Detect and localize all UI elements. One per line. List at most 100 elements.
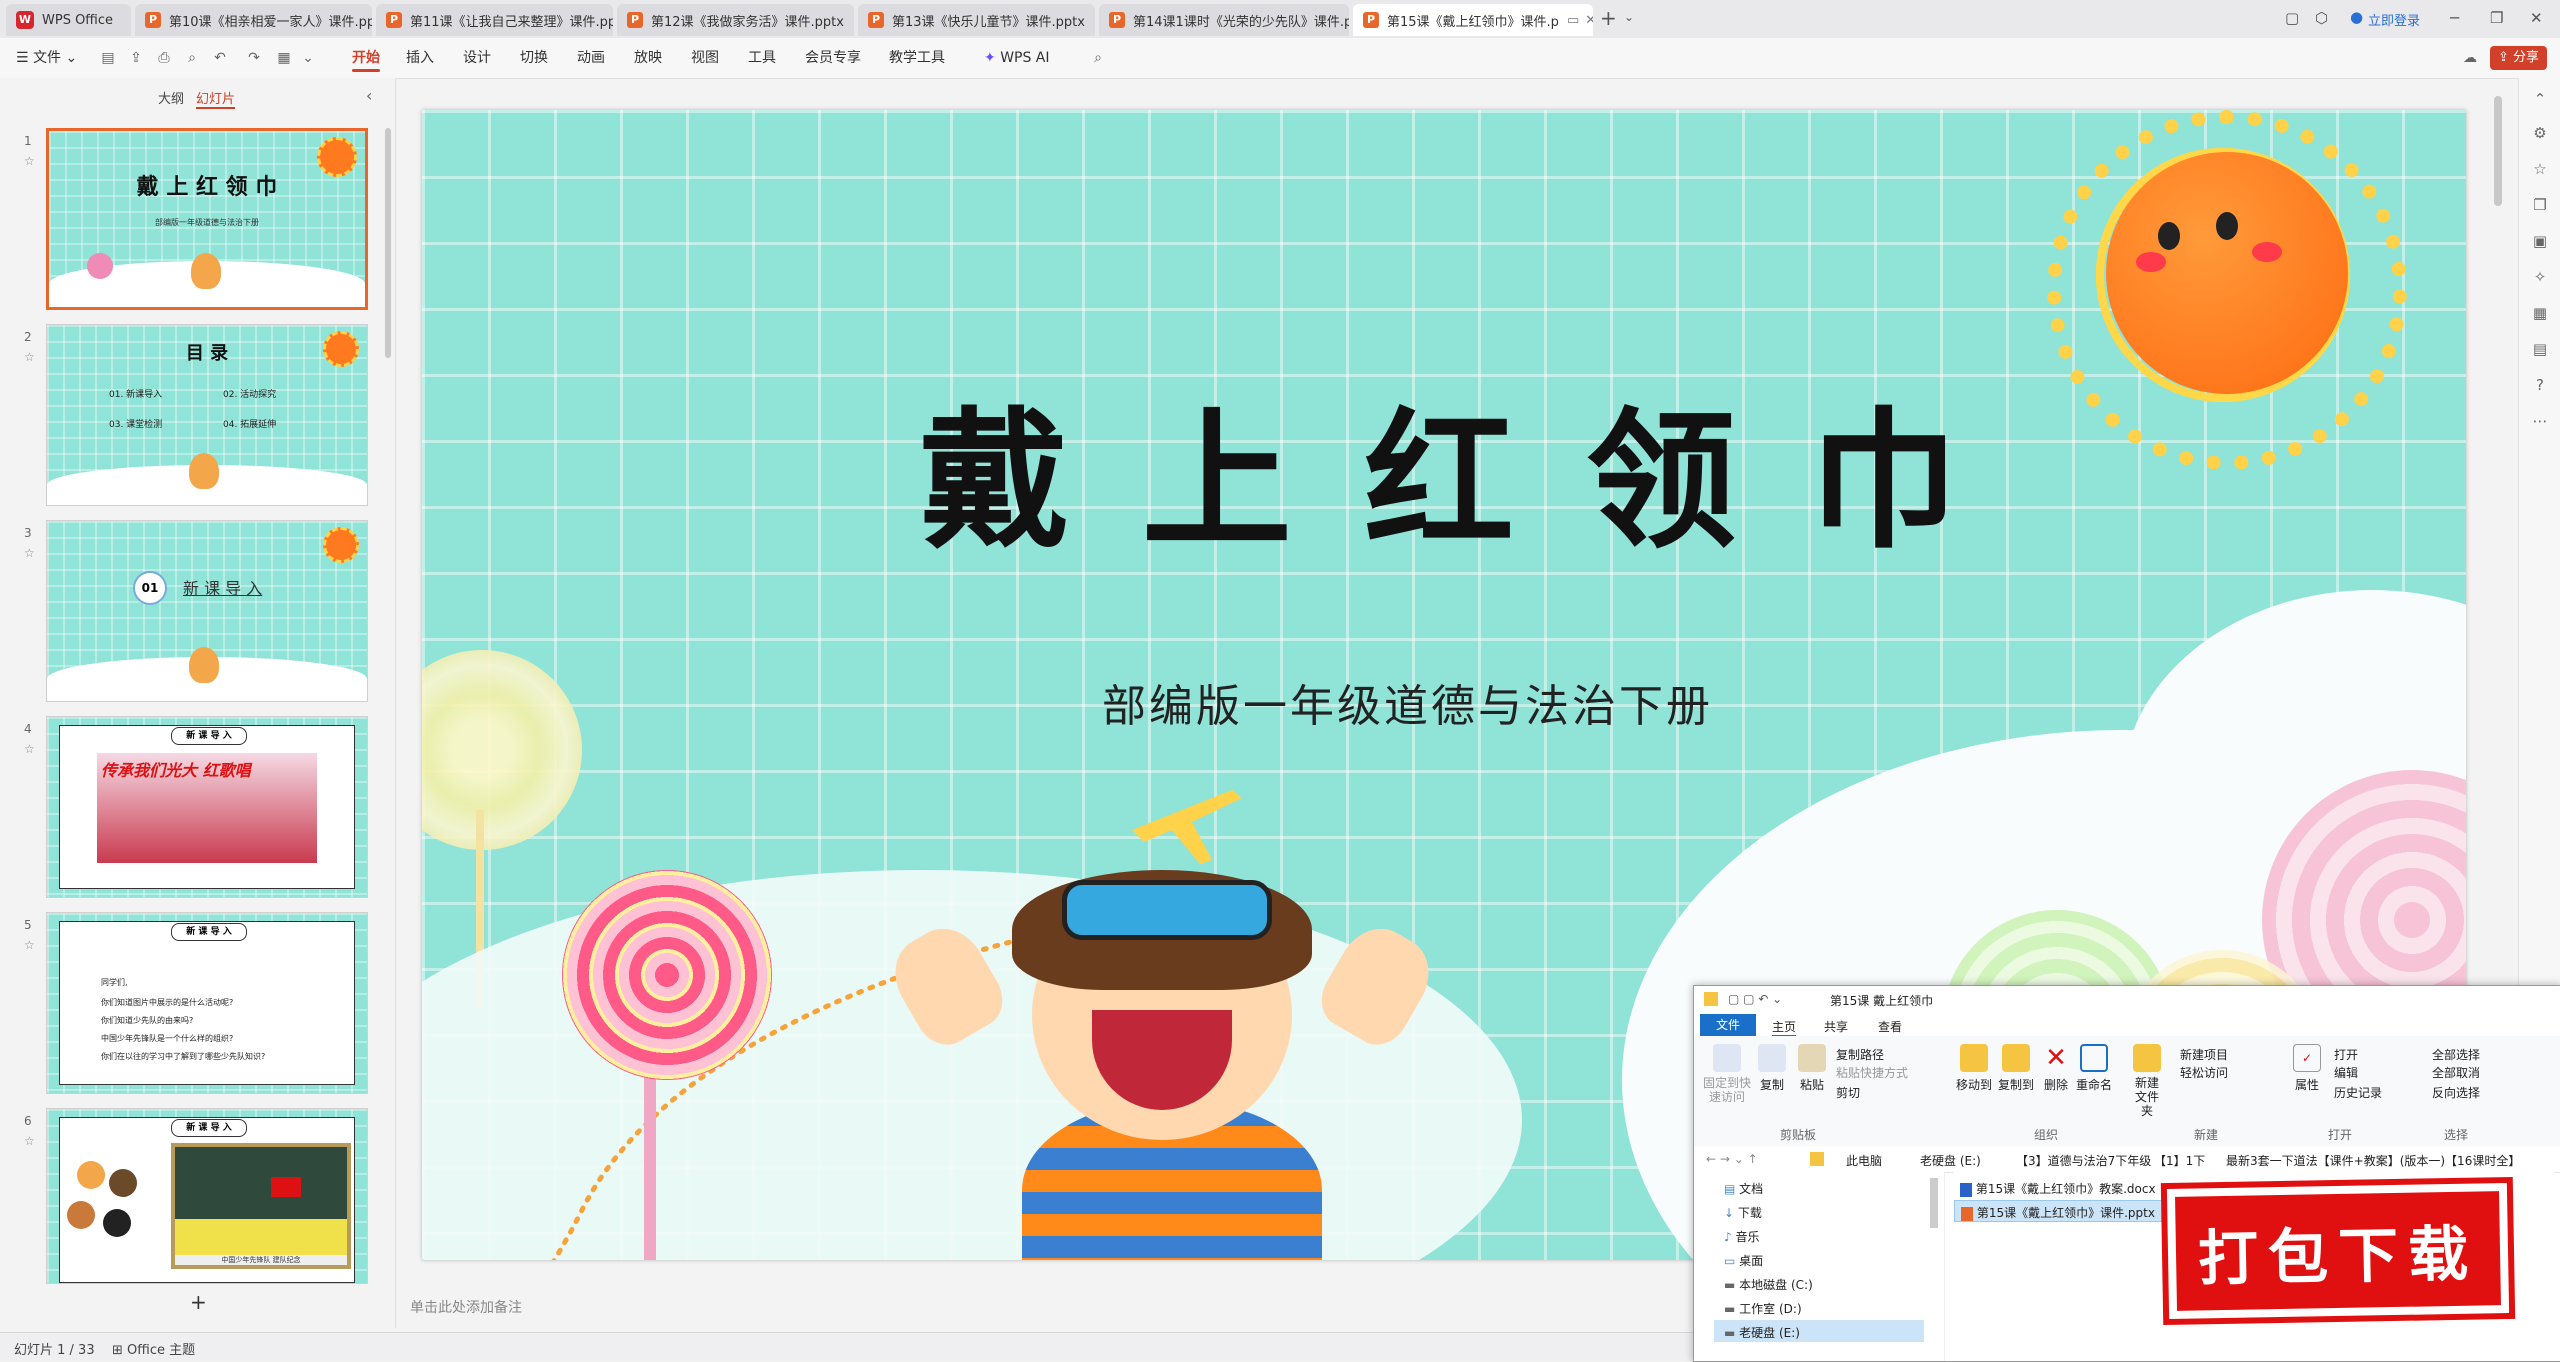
chevron-up-icon[interactable]: ⌃ [2531, 90, 2549, 108]
tab-document[interactable]: P 第11课《让我自己来整理》课件.pptx [376, 4, 613, 36]
tab-monitor-icon[interactable]: ▭ [1567, 13, 1579, 28]
slide-thumbnail-6[interactable]: 新 课 导 入 中国少年先锋队 建队纪念 [46, 1108, 368, 1284]
more-icon[interactable]: ⋯ [2531, 412, 2549, 430]
cloud-icon[interactable]: ☁ [2462, 50, 2478, 66]
menu-wps-ai[interactable]: ✦ WPS AI [984, 38, 1050, 78]
chevron-down-icon[interactable]: ⌄ [1624, 10, 1634, 24]
image-icon[interactable]: ▣ [2531, 232, 2549, 250]
tree-scrollbar[interactable] [1930, 1178, 1938, 1228]
path-segment[interactable]: 【1】1下 [2154, 1152, 2205, 1169]
copy-to-button[interactable]: 复制到 [1996, 1044, 2036, 1093]
ribbon-tab-share[interactable]: 共享 [1824, 1018, 1848, 1035]
new-folder-button[interactable]: 新建文件夹 [2124, 1044, 2170, 1118]
path-segment[interactable]: 此电脑 [1846, 1152, 1882, 1169]
slide-thumbnail-3[interactable]: 01 新 课 导 入 [46, 520, 368, 702]
slide-subtitle[interactable]: 部编版一年级道德与法治下册 [1102, 670, 1713, 734]
star-icon[interactable]: ☆ [24, 1134, 35, 1148]
star-icon[interactable]: ☆ [24, 546, 35, 560]
delete-button[interactable]: ✕ 删除 [2040, 1044, 2072, 1093]
paste-shortcut-button[interactable]: 粘贴快捷方式 [1836, 1064, 1908, 1081]
tree-item[interactable]: ↓ 下载 [1724, 1204, 1762, 1221]
history-button[interactable]: 历史记录 [2334, 1084, 2382, 1101]
select-none-button[interactable]: 全部取消 [2432, 1064, 2480, 1081]
theme-indicator[interactable]: ⊞ Office 主题 [112, 1339, 195, 1358]
tab-document[interactable]: P 第13课《快乐儿童节》课件.pptx [858, 4, 1095, 36]
tree-item[interactable]: ▤ 文档 [1724, 1180, 1763, 1197]
file-item-selected[interactable]: 第15课《戴上红领巾》课件.pptx [1954, 1200, 2162, 1222]
save-icon[interactable]: ▤ [100, 50, 116, 66]
tab-slides[interactable]: 幻灯片 [196, 88, 236, 109]
tab-document-active[interactable]: P 第15课《戴上红领巾》课件.p ▭ ✕ [1353, 4, 1593, 36]
format-icon[interactable]: ▦ [276, 50, 292, 66]
cube-icon[interactable]: ⬡ [2315, 9, 2328, 27]
star-icon[interactable]: ☆ [24, 154, 35, 168]
menu-design[interactable]: 设计 [463, 38, 491, 78]
menu-insert[interactable]: 插入 [406, 38, 434, 78]
search-icon[interactable]: ⌕ [1090, 50, 1106, 66]
tab-document[interactable]: P 第14课1课时《光荣的少先队》课件.p [1099, 4, 1349, 36]
add-tab-button[interactable]: + [1600, 6, 1617, 30]
edit-button[interactable]: 编辑 [2334, 1064, 2358, 1081]
menu-tools[interactable]: 工具 [748, 38, 776, 78]
export-icon[interactable]: ⇪ [128, 50, 144, 66]
user-icon[interactable]: ● [2350, 8, 2363, 26]
copy-button[interactable]: 复制 [1754, 1044, 1790, 1093]
login-link[interactable]: 立即登录 [2368, 10, 2420, 29]
menu-file[interactable]: ☰ 文件 ⌄ [16, 38, 77, 78]
slide-thumbnail-5[interactable]: 新 课 导 入 同学们, 你们知道图片中展示的是什么活动呢? 你们知道少先队的由… [46, 912, 368, 1094]
copy-icon[interactable]: ❐ [2531, 196, 2549, 214]
file-item[interactable]: 第15课《戴上红领巾》教案.docx [1960, 1180, 2156, 1197]
menu-teaching-tools[interactable]: 教学工具 [889, 38, 945, 78]
move-to-button[interactable]: 移动到 [1954, 1044, 1994, 1093]
minimize-icon[interactable]: ─ [2450, 9, 2459, 27]
star-icon[interactable]: ☆ [2531, 160, 2549, 178]
select-all-button[interactable]: 全部选择 [2432, 1046, 2480, 1063]
book-icon[interactable]: ▤ [2531, 340, 2549, 358]
new-item-button[interactable]: 新建项目 [2180, 1046, 2228, 1063]
slide-thumbnail-2[interactable]: 目 录 01. 新课导入 02. 活动探究 03. 课堂检测 04. 拓展延伸 [46, 324, 368, 506]
menu-home[interactable]: 开始 [352, 38, 380, 78]
path-segment[interactable]: 【3】道德与法治7下年级 [2016, 1152, 2151, 1169]
rename-button[interactable]: 重命名 [2074, 1044, 2114, 1093]
star-icon[interactable]: ☆ [24, 350, 35, 364]
ribbon-tab-view[interactable]: 查看 [1878, 1018, 1902, 1035]
tab-document[interactable]: P 第10课《相亲相爱一家人》课件.pptx [135, 4, 372, 36]
cut-button[interactable]: 剪切 [1836, 1084, 1860, 1101]
notes-placeholder[interactable]: 单击此处添加备注 [400, 1290, 1690, 1326]
star-icon[interactable]: ☆ [24, 938, 35, 952]
share-button[interactable]: ⇪ 分享 [2490, 46, 2548, 70]
menu-view[interactable]: 视图 [691, 38, 719, 78]
tree-item[interactable]: ♪ 音乐 [1724, 1228, 1760, 1245]
ribbon-tab-home[interactable]: 主页 [1772, 1018, 1797, 1037]
easy-access-button[interactable]: 轻松访问 [2180, 1064, 2228, 1081]
add-slide-button[interactable]: + [190, 1290, 207, 1314]
slide-thumbnail-1[interactable]: 戴 上 红 领 巾 部编版一年级道德与法治下册 [46, 128, 368, 310]
slide-title[interactable]: 戴 上 红 领 巾 [422, 360, 2466, 577]
paste-button[interactable]: 粘贴 [1794, 1044, 1830, 1093]
nav-buttons[interactable]: ← → ⌄ ↑ [1706, 1152, 1758, 1166]
tree-item-selected[interactable]: ▬ 老硬盘 (E:) [1714, 1320, 1924, 1342]
panel-scrollbar[interactable] [385, 128, 391, 358]
print-icon[interactable]: ⎙ [156, 50, 172, 66]
quick-access-icons[interactable]: ▢ ▢ ↶ ⌄ [1728, 992, 1782, 1006]
close-icon[interactable]: ✕ [1585, 13, 1593, 28]
download-stamp[interactable]: 打包下载 [2160, 1176, 2516, 1326]
window-icon[interactable]: ▢ [2285, 9, 2299, 27]
open-button[interactable]: 打开 [2334, 1046, 2358, 1063]
path-segment[interactable]: 最新3套一下道法【课件+教案】(版本一)【16课时全】 [2226, 1152, 2520, 1169]
help-icon[interactable]: ? [2531, 376, 2549, 394]
menu-animation[interactable]: 动画 [577, 38, 605, 78]
maximize-icon[interactable]: ❐ [2490, 9, 2503, 27]
slide-scrollbar[interactable] [2494, 96, 2502, 206]
close-window-icon[interactable]: ✕ [2530, 9, 2543, 27]
pin-quick-access-button[interactable]: 固定到快速访问 [1702, 1044, 1752, 1104]
tab-wps-home[interactable]: W WPS Office [6, 4, 131, 36]
magic-icon[interactable]: ✧ [2531, 268, 2549, 286]
star-icon[interactable]: ☆ [24, 742, 35, 756]
tab-document[interactable]: P 第12课《我做家务活》课件.pptx [617, 4, 854, 36]
menu-member[interactable]: 会员专享 [805, 38, 861, 78]
address-bar[interactable]: ← → ⌄ ↑ 此电脑 老硬盘 (E:) 【3】道德与法治7下年级 【1】1下 … [1694, 1146, 2560, 1173]
ribbon-tab-file[interactable]: 文件 [1700, 1014, 1756, 1036]
menu-slideshow[interactable]: 放映 [634, 38, 662, 78]
slide-thumbnail-4[interactable]: 新 课 导 入 传承我们光大 红歌唱 [46, 716, 368, 898]
